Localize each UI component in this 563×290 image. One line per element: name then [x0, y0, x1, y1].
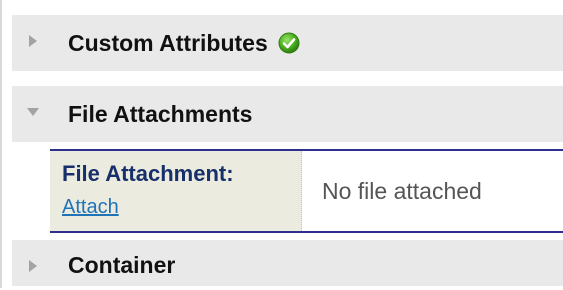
file-attachments-section-header[interactable]: File Attachments	[12, 86, 563, 144]
check-circle-icon	[278, 32, 300, 54]
file-attachment-value: No file attached	[322, 178, 482, 204]
file-attachment-label: File Attachment:	[62, 161, 234, 186]
collapsed-arrow-icon[interactable]	[29, 35, 37, 47]
file-attachment-label-cell: File Attachment: Attach	[50, 151, 302, 231]
section-title: Custom Attributes	[68, 30, 268, 56]
attach-link[interactable]: Attach	[62, 196, 119, 219]
collapsed-arrow-icon[interactable]	[29, 260, 37, 272]
container-section-header[interactable]: Container	[12, 240, 563, 288]
section-title: Container	[68, 252, 176, 278]
expanded-arrow-icon[interactable]	[27, 108, 39, 116]
details-panel: Custom Attributes File Attachments File …	[0, 0, 563, 288]
section-title: File Attachments	[68, 101, 253, 127]
file-attachment-row: File Attachment: Attach No file attached	[50, 149, 563, 233]
custom-attributes-section-header[interactable]: Custom Attributes	[12, 15, 563, 73]
